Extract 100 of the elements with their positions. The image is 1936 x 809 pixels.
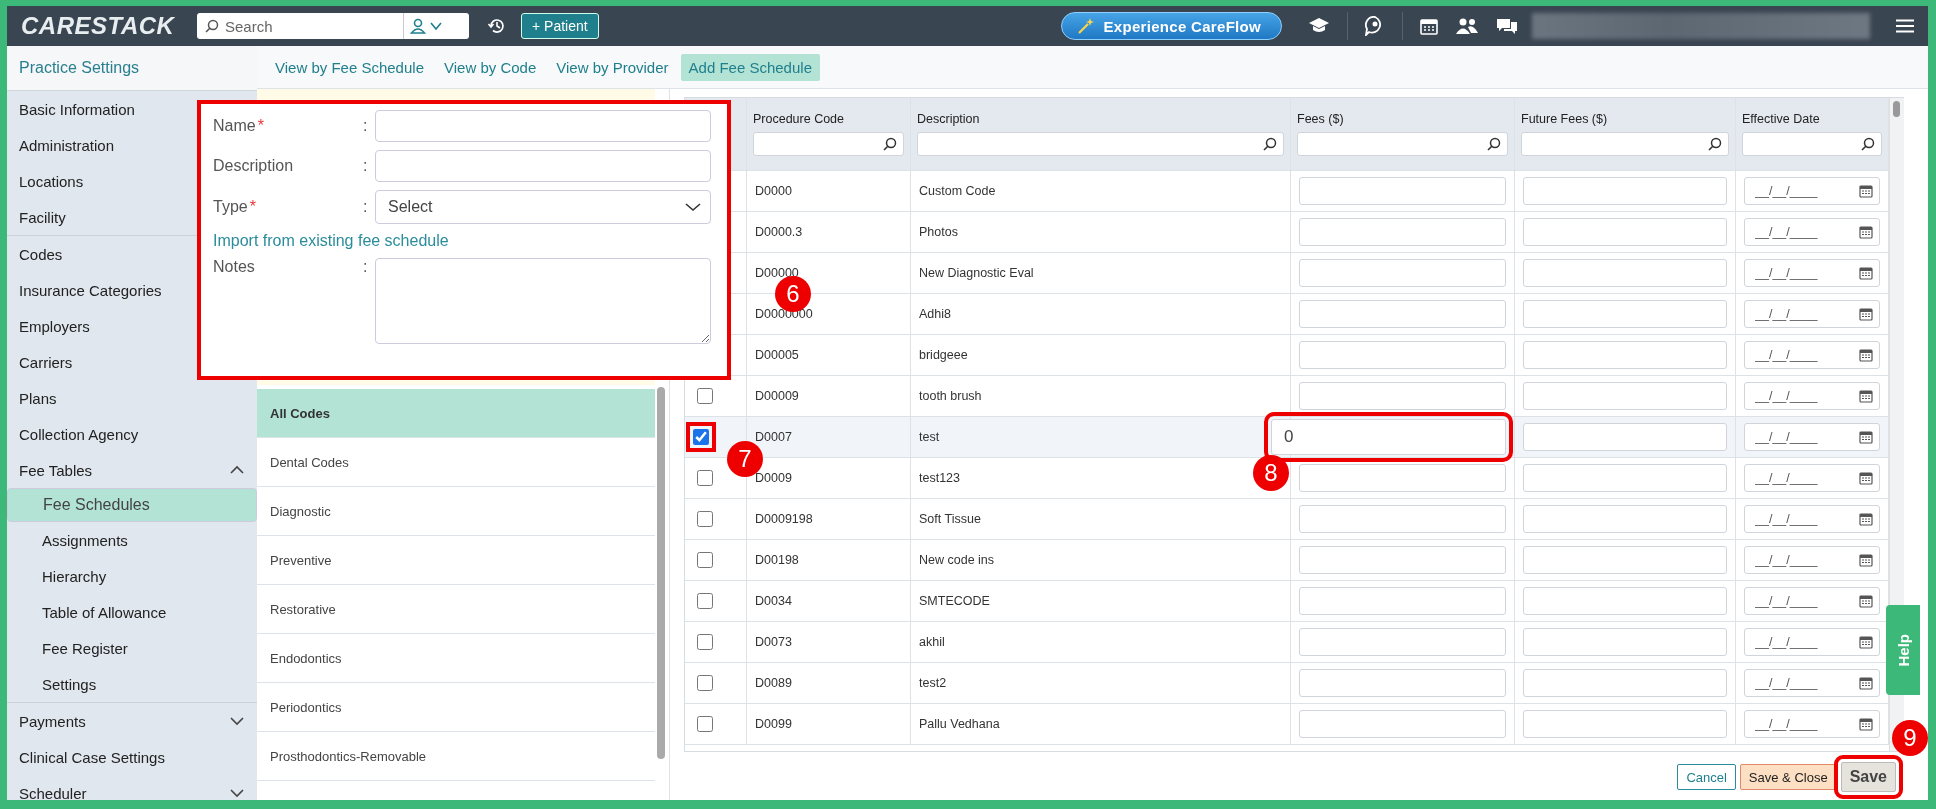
category-item[interactable]: Restorative <box>257 585 655 634</box>
row-checkbox[interactable] <box>693 429 709 445</box>
future-fee-field[interactable] <box>1523 218 1727 246</box>
table-cell: D0000 <box>747 171 911 211</box>
future-fee-field[interactable] <box>1523 464 1727 492</box>
calendar-icon <box>1859 717 1873 731</box>
date-field[interactable]: __/__/____ <box>1744 177 1880 205</box>
fee-field[interactable] <box>1299 300 1506 328</box>
filter-field[interactable] <box>1521 132 1729 156</box>
row-checkbox[interactable] <box>697 388 713 404</box>
fee-field[interactable] <box>1299 587 1506 615</box>
filter-field[interactable] <box>1297 132 1508 156</box>
date-field[interactable]: __/__/____ <box>1744 505 1880 533</box>
date-field[interactable]: __/__/____ <box>1744 587 1880 615</box>
sidebar-item[interactable]: Fee Schedules <box>7 488 257 522</box>
fee-field[interactable] <box>1299 505 1506 533</box>
date-field[interactable]: __/__/____ <box>1744 218 1880 246</box>
sidebar-item[interactable]: Settings <box>7 666 257 702</box>
category-item[interactable]: Dental Codes <box>257 438 655 487</box>
future-fee-field[interactable] <box>1523 628 1727 656</box>
search-icon <box>1708 137 1722 151</box>
row-checkbox[interactable] <box>697 716 713 732</box>
sidebar-item[interactable]: Assignments <box>7 522 257 558</box>
row-checkbox[interactable] <box>697 511 713 527</box>
text-field[interactable] <box>375 110 711 142</box>
fee-field[interactable] <box>1299 710 1506 738</box>
date-field[interactable]: __/__/____ <box>1744 464 1880 492</box>
future-fee-field[interactable] <box>1523 341 1727 369</box>
logo[interactable]: CARESTACK <box>21 12 197 40</box>
scrollbar[interactable] <box>657 387 665 759</box>
future-fee-field[interactable] <box>1523 382 1727 410</box>
tab[interactable]: View by Code <box>436 53 545 81</box>
category-item[interactable]: All Codes <box>257 389 655 438</box>
type-dropdown[interactable]: Select <box>375 190 711 224</box>
category-item[interactable]: Prosthodontics-Removable <box>257 732 655 781</box>
row-checkbox[interactable] <box>697 552 713 568</box>
sidebar-item[interactable]: Clinical Case Settings <box>7 739 257 775</box>
date-field[interactable]: __/__/____ <box>1744 423 1880 451</box>
scrollbar-thumb[interactable] <box>1893 101 1900 117</box>
save-close-button[interactable]: Save & Close <box>1739 764 1837 790</box>
date-field[interactable]: __/__/____ <box>1744 546 1880 574</box>
future-fee-field[interactable] <box>1523 546 1727 574</box>
search-bar[interactable]: Search <box>197 13 469 39</box>
table-cell: D0073 <box>747 622 911 662</box>
fee-field[interactable] <box>1299 628 1506 656</box>
future-fee-field[interactable] <box>1523 423 1727 451</box>
sidebar-item[interactable]: Hierarchy <box>7 558 257 594</box>
date-field[interactable]: __/__/____ <box>1744 628 1880 656</box>
date-field[interactable]: __/__/____ <box>1744 300 1880 328</box>
sidebar-item[interactable]: Plans <box>7 380 257 416</box>
fee-field[interactable] <box>1299 669 1506 697</box>
notes-field[interactable] <box>375 258 711 344</box>
fee-field[interactable] <box>1299 464 1506 492</box>
future-fee-field[interactable] <box>1523 669 1727 697</box>
future-fee-field[interactable] <box>1523 259 1727 287</box>
fee-field[interactable] <box>1299 218 1506 246</box>
date-field[interactable]: __/__/____ <box>1744 669 1880 697</box>
import-link[interactable]: Import from existing fee schedule <box>213 232 449 250</box>
cancel-button[interactable]: Cancel <box>1677 764 1736 790</box>
future-fee-field[interactable] <box>1523 177 1727 205</box>
date-field[interactable]: __/__/____ <box>1744 710 1880 738</box>
category-item[interactable]: Endodontics <box>257 634 655 683</box>
row-checkbox[interactable] <box>697 675 713 691</box>
row-checkbox[interactable] <box>697 470 713 486</box>
colon: : <box>363 117 369 135</box>
category-item[interactable]: Diagnostic <box>257 487 655 536</box>
tab[interactable]: View by Provider <box>548 53 677 81</box>
filter-field[interactable] <box>917 132 1284 156</box>
future-fee-field[interactable] <box>1523 300 1727 328</box>
category-item[interactable]: Periodontics <box>257 683 655 732</box>
careflow-button[interactable]: Experience CareFlow <box>1060 12 1282 40</box>
sidebar-item[interactable]: Table of Allowance <box>7 594 257 630</box>
tab[interactable]: View by Fee Schedule <box>267 53 432 81</box>
add-patient-button[interactable]: + Patient <box>521 13 599 39</box>
fee-field[interactable] <box>1299 341 1506 369</box>
table-cell: D0099 <box>747 704 911 744</box>
text-field[interactable] <box>375 150 711 182</box>
chevron-down-icon <box>229 788 245 798</box>
fee-field[interactable] <box>1299 546 1506 574</box>
future-fee-field[interactable] <box>1523 505 1727 533</box>
calendar-icon <box>1859 184 1873 198</box>
date-field[interactable]: __/__/____ <box>1744 259 1880 287</box>
filter-field[interactable] <box>1742 132 1882 156</box>
sidebar-item[interactable]: Scheduler <box>7 775 257 800</box>
future-fee-field[interactable] <box>1523 710 1727 738</box>
sidebar-item[interactable]: Payments <box>7 703 257 739</box>
date-field[interactable]: __/__/____ <box>1744 341 1880 369</box>
sidebar-item[interactable]: Fee Tables <box>7 452 257 488</box>
filter-field[interactable] <box>753 132 904 156</box>
sidebar-item[interactable]: Fee Register <box>7 630 257 666</box>
date-field[interactable]: __/__/____ <box>1744 382 1880 410</box>
sidebar-item[interactable]: Collection Agency <box>7 416 257 452</box>
fee-field[interactable] <box>1299 259 1506 287</box>
search-field[interactable]: Search <box>197 13 403 39</box>
future-fee-field[interactable] <box>1523 587 1727 615</box>
row-checkbox[interactable] <box>697 593 713 609</box>
fee-field[interactable] <box>1299 382 1506 410</box>
fee-field[interactable] <box>1299 177 1506 205</box>
category-item[interactable]: Preventive <box>257 536 655 585</box>
row-checkbox[interactable] <box>697 634 713 650</box>
